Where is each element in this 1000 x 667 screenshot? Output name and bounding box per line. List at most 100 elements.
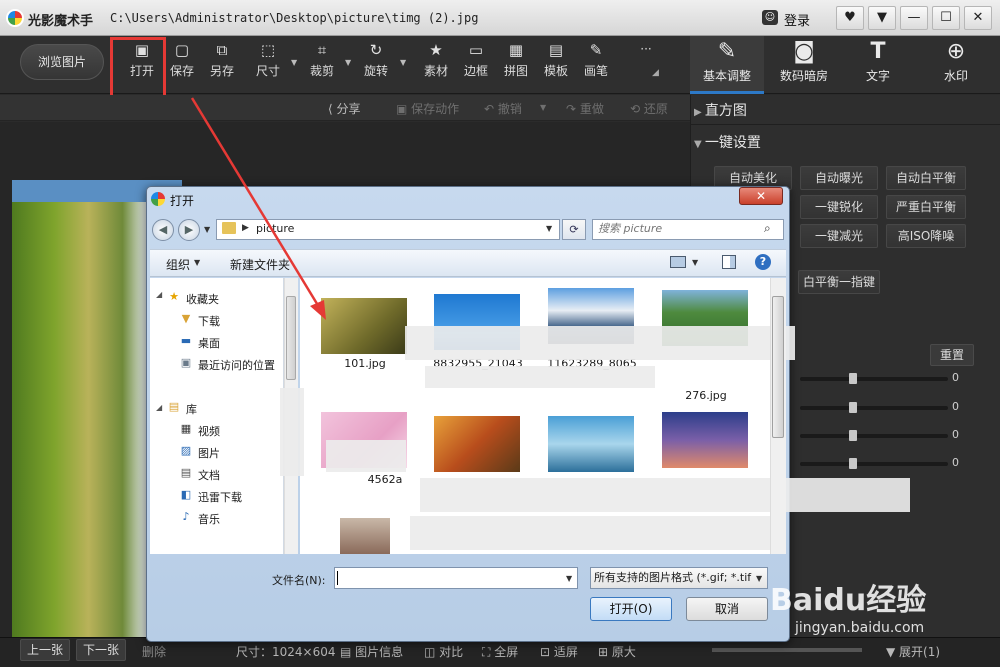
- actual-size-button[interactable]: ⊞ 原大: [598, 643, 636, 660]
- open-button[interactable]: 打开(O): [590, 597, 672, 621]
- restore-button[interactable]: ⟲ 还原: [630, 100, 668, 117]
- delete-button[interactable]: 删除: [142, 643, 166, 660]
- high-iso-denoise-button[interactable]: 高ISO降噪: [886, 224, 966, 248]
- auto-white-balance-button[interactable]: 自动白平衡: [886, 166, 966, 190]
- forward-button[interactable]: ▶: [178, 219, 200, 241]
- tool-material[interactable]: ★ 素材: [416, 42, 456, 79]
- tool-crop[interactable]: ⌗ 裁剪: [302, 42, 342, 79]
- nav-item-favorites[interactable]: 收藏夹: [186, 291, 219, 307]
- address-folder[interactable]: picture: [256, 222, 294, 235]
- one-click-dim-button[interactable]: 一键减光: [800, 224, 878, 248]
- file-type-select[interactable]: 所有支持的图片格式 (*.gif; *.tif: [590, 567, 768, 589]
- nav-item-videos[interactable]: 视频: [198, 423, 220, 439]
- filename-dropdown-icon[interactable]: ▼: [566, 574, 572, 583]
- menu-button[interactable]: ▼: [868, 6, 896, 30]
- slider-knob[interactable]: [849, 458, 857, 469]
- new-folder-button[interactable]: 新建文件夹: [230, 256, 290, 273]
- auto-exposure-button[interactable]: 自动曝光: [800, 166, 878, 190]
- back-button[interactable]: ◀: [152, 219, 174, 241]
- undo-button[interactable]: ↶ 撤销: [484, 100, 522, 117]
- slider-knob[interactable]: [849, 402, 857, 413]
- fit-screen-button[interactable]: ⊡ 适屏: [540, 643, 578, 660]
- tool-template[interactable]: ▤ 模板: [536, 42, 576, 79]
- nav-item-thunder[interactable]: 迅雷下载: [198, 489, 242, 505]
- login-link[interactable]: 登录: [784, 10, 810, 29]
- help-icon[interactable]: ?: [755, 254, 771, 270]
- file-thumbnail[interactable]: [321, 298, 407, 354]
- nav-item-recent[interactable]: 最近访问的位置: [198, 357, 275, 373]
- prev-image-button[interactable]: 上一张: [20, 639, 70, 661]
- histogram-header[interactable]: ▶ 直方图: [694, 100, 747, 120]
- maximize-button[interactable]: ☐: [932, 6, 960, 30]
- file-thumbnail[interactable]: [548, 416, 634, 472]
- tab-basic-adjust[interactable]: ✎ 基本调整: [690, 36, 764, 94]
- share-button[interactable]: ⟨ 分享: [328, 100, 361, 117]
- collapse-icon[interactable]: ◢: [156, 290, 162, 299]
- dialog-close-button[interactable]: ✕: [739, 187, 783, 205]
- preview-pane-icon[interactable]: [722, 255, 736, 269]
- tool-border[interactable]: ▭ 边框: [456, 42, 496, 79]
- crop-dropdown-icon[interactable]: ▼: [345, 58, 353, 67]
- adjust-slider[interactable]: [800, 406, 948, 410]
- next-image-button[interactable]: 下一张: [76, 639, 126, 661]
- tool-rotate[interactable]: ↻ 旋转: [356, 42, 396, 79]
- zoom-slider[interactable]: [712, 648, 862, 652]
- severe-white-balance-button[interactable]: 严重白平衡: [886, 195, 966, 219]
- chevron-down-icon[interactable]: ▼: [756, 574, 762, 583]
- skin-button[interactable]: ♥: [836, 6, 864, 30]
- recent-pages-icon[interactable]: ▼: [204, 225, 210, 234]
- file-name[interactable]: 276.jpg: [651, 389, 761, 402]
- nav-item-documents[interactable]: 文档: [198, 467, 220, 483]
- one-click-sharpen-button[interactable]: 一键锐化: [800, 195, 878, 219]
- slider-knob[interactable]: [849, 430, 857, 441]
- close-window-button[interactable]: ✕: [964, 6, 992, 30]
- nav-item-music[interactable]: 音乐: [198, 511, 220, 527]
- expand-corner-icon[interactable]: ◢: [652, 68, 659, 78]
- cancel-button[interactable]: 取消: [686, 597, 768, 621]
- tool-save-as[interactable]: ⧉ 另存: [202, 42, 242, 79]
- nav-scrollbar-thumb[interactable]: [286, 296, 296, 380]
- nav-item-downloads[interactable]: 下载: [198, 313, 220, 329]
- file-name[interactable]: 101.jpg: [310, 357, 420, 370]
- tool-resize[interactable]: ⬚ 尺寸: [248, 42, 288, 79]
- reset-button[interactable]: 重置: [930, 344, 974, 366]
- rotate-dropdown-icon[interactable]: ▼: [400, 58, 408, 67]
- tab-digital-darkroom[interactable]: ◙ 数码暗房: [768, 36, 840, 94]
- minimize-button[interactable]: —: [900, 6, 928, 30]
- tab-watermark[interactable]: ⊕ 水印: [920, 36, 992, 94]
- nav-item-desktop[interactable]: 桌面: [198, 335, 220, 351]
- fullscreen-button[interactable]: ⛶ 全屏: [482, 643, 518, 660]
- tool-brush[interactable]: ✎ 画笔: [576, 42, 616, 79]
- file-thumbnail[interactable]: [340, 518, 390, 554]
- nav-item-pictures[interactable]: 图片: [198, 445, 220, 461]
- refresh-button[interactable]: ⟳: [562, 219, 586, 240]
- nav-item-library[interactable]: 库: [186, 401, 197, 417]
- collapse-icon[interactable]: ◢: [156, 403, 162, 412]
- compare-button[interactable]: ◫ 对比: [424, 643, 463, 660]
- adjust-slider[interactable]: [800, 434, 948, 438]
- white-balance-picker-button[interactable]: 白平衡一指键: [798, 270, 880, 294]
- image-info-button[interactable]: ▤ 图片信息: [340, 643, 403, 660]
- tool-save[interactable]: ▢ 保存: [162, 42, 202, 79]
- resize-dropdown-icon[interactable]: ▼: [291, 58, 299, 67]
- filename-input[interactable]: [334, 567, 578, 589]
- slider-knob[interactable]: [849, 373, 857, 384]
- redo-button[interactable]: ↷ 重做: [566, 100, 604, 117]
- one-click-header[interactable]: ▼ 一键设置: [694, 132, 761, 152]
- chevron-right-icon[interactable]: ▶: [242, 223, 249, 233]
- search-input[interactable]: [598, 222, 758, 235]
- adjust-slider[interactable]: [800, 462, 948, 466]
- browse-images-button[interactable]: 浏览图片: [20, 44, 104, 80]
- tab-text[interactable]: T 文字: [842, 36, 914, 94]
- address-dropdown-icon[interactable]: ▼: [546, 224, 552, 233]
- view-dropdown-icon[interactable]: ▼: [692, 258, 698, 267]
- organize-menu[interactable]: 组织: [166, 256, 190, 273]
- save-action-button[interactable]: ▣ 保存动作: [396, 100, 459, 117]
- chevron-down-icon[interactable]: ▼: [194, 258, 200, 267]
- expand-button[interactable]: ▼ 展开(1): [886, 643, 940, 660]
- view-mode-icon[interactable]: [670, 256, 686, 268]
- file-scrollbar-thumb[interactable]: [772, 296, 784, 438]
- adjust-slider[interactable]: [800, 377, 948, 381]
- search-icon[interactable]: ⌕: [764, 221, 771, 236]
- tool-collage[interactable]: ▦ 拼图: [496, 42, 536, 79]
